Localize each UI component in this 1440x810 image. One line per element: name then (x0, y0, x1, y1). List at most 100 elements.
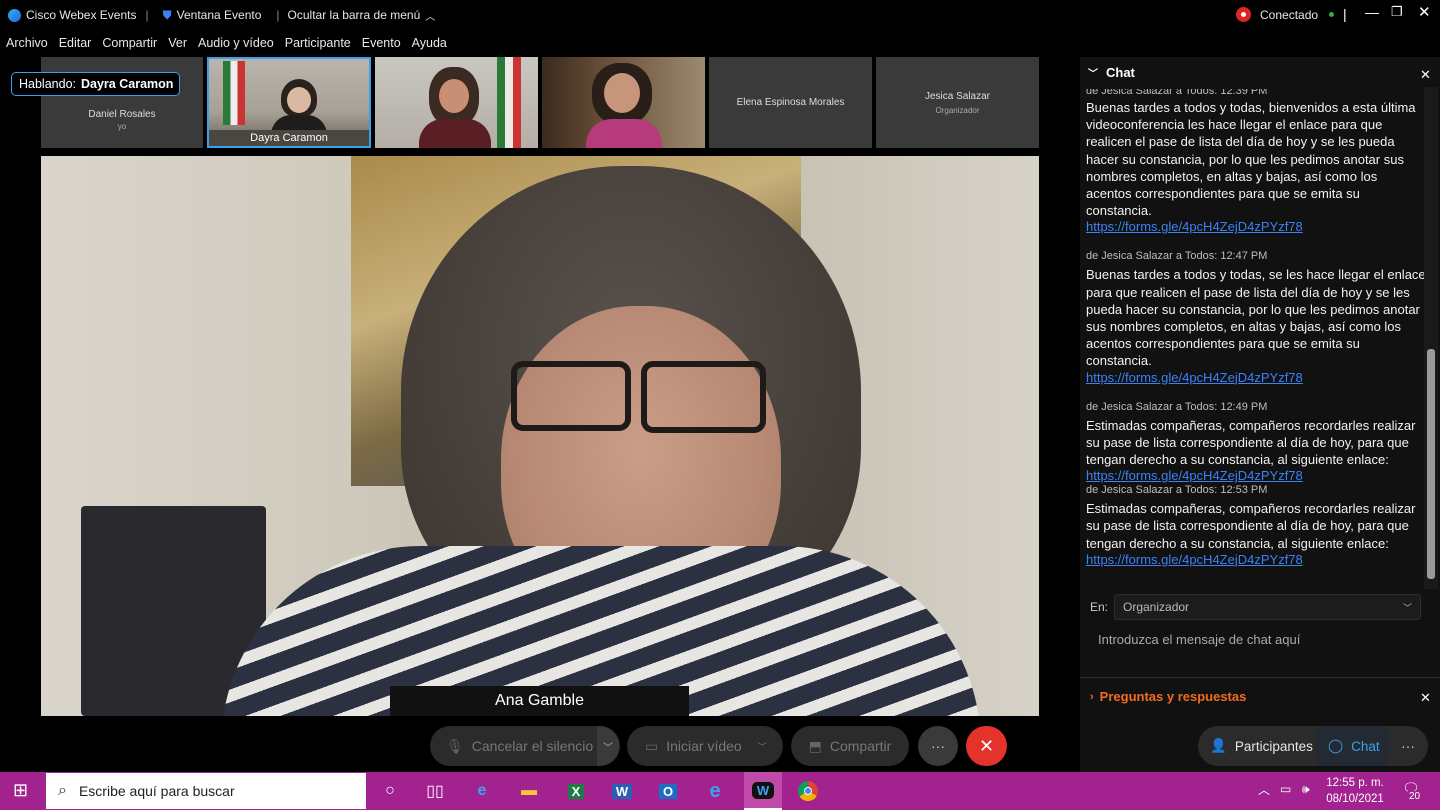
qa-header[interactable]: › Preguntas y respuestas (1090, 689, 1246, 704)
close-qa-icon[interactable]: ✕ (1420, 690, 1431, 706)
chevron-up-icon: ︿ (425, 11, 436, 23)
app-name: Cisco Webex Events (26, 8, 137, 22)
hide-menu-button[interactable]: Ocultar la barra de menú ︿ (288, 8, 436, 23)
shield-icon: ⛊ (162, 7, 172, 22)
chat-message: Buenas tardes a todos y todas, se les ha… (1086, 267, 1426, 369)
participant-role: Organizador (935, 105, 980, 115)
microphone-off-icon: 🎙 (446, 737, 464, 754)
record-icon (1236, 7, 1251, 22)
more-icon: ··· (1401, 738, 1415, 754)
chat-message-link[interactable]: https://forms.gle/4pcH4ZejD4zPYzf78 (1086, 552, 1426, 567)
chat-message-meta: de Jesica Salazar a Todos: 12:47 PM (1086, 250, 1268, 263)
windows-start-icon[interactable]: ⊞ (13, 780, 28, 801)
edge-icon[interactable]: e (467, 777, 497, 805)
close-icon: ✕ (978, 735, 995, 756)
chat-title: Chat (1106, 65, 1135, 80)
menu-evento[interactable]: Evento (362, 36, 401, 50)
taskbar-search[interactable]: ⌕ Escribe aquí para buscar (46, 773, 366, 809)
app-title: Cisco Webex Events | (8, 8, 149, 22)
scrollbar-thumb[interactable] (1427, 349, 1435, 579)
status-dot (1329, 12, 1335, 17)
menu-editar[interactable]: Editar (59, 36, 92, 50)
menu-bar: Archivo Editar Compartir Ver Audio y víd… (0, 30, 1080, 56)
system-clock[interactable]: 12:55 p. m. 08/10/2021 (1320, 775, 1390, 807)
more-icon: ··· (931, 738, 945, 754)
clock-date: 08/10/2021 (1326, 793, 1384, 805)
chevron-down-icon: ﹀ (757, 741, 767, 752)
window-title: ⛊ Ventana Evento | (162, 7, 280, 23)
participant-tile-daniel[interactable]: Daniel Rosales yo (41, 57, 203, 148)
menu-archivo[interactable]: Archivo (6, 36, 48, 50)
chat-label: Chat (1351, 738, 1380, 754)
participants-panel-button[interactable]: 👤 Participantes (1198, 738, 1316, 754)
search-placeholder: Escribe aquí para buscar (78, 783, 235, 799)
window-name: Ventana Evento (176, 8, 262, 22)
chevron-down-icon: ﹀ (1088, 69, 1098, 80)
speaking-name: Dayra Caramon (81, 77, 174, 91)
participant-tile-3[interactable] (375, 57, 538, 148)
panel-toggles: 👤 Participantes ◯ Chat ··· (1198, 726, 1428, 766)
person-icon: 👤 (1210, 738, 1227, 753)
clock-time: 12:55 p. m. (1326, 777, 1384, 789)
participant-name: Jesica Salazar (924, 90, 991, 102)
status-label: Conectado (1260, 7, 1319, 22)
mute-label: Cancelar el silencio (471, 738, 594, 754)
menu-audio-video[interactable]: Audio y vídeo (198, 36, 274, 50)
webex-taskbar-icon[interactable]: W (744, 772, 782, 810)
close-window-icon[interactable]: ✕ (1418, 3, 1431, 21)
chat-message-link[interactable]: https://forms.gle/4pcH4ZejD4zPYzf78 (1086, 219, 1426, 234)
participant-tile-jesica[interactable]: Jesica Salazar Organizador (876, 57, 1039, 148)
participants-label: Participantes (1234, 738, 1313, 754)
share-label: Compartir (829, 738, 892, 754)
cortana-icon[interactable]: ○ (375, 777, 405, 805)
speaker-name: Ana Gamble (495, 692, 584, 709)
internet-explorer-icon[interactable]: e (700, 777, 730, 805)
file-explorer-icon[interactable]: ▬ (514, 777, 544, 805)
chevron-down-icon: ﹀ (603, 742, 613, 754)
mute-button[interactable]: 🎙 Cancelar el silencio (430, 726, 620, 766)
chevron-down-icon: ﹀ (1402, 602, 1412, 613)
chrome-icon[interactable] (793, 777, 823, 805)
minimize-icon[interactable]: — (1365, 4, 1379, 20)
restore-icon[interactable]: ❐ (1391, 4, 1403, 20)
more-options-button[interactable]: ··· (918, 726, 958, 766)
chat-recipient-select[interactable]: Organizador ﹀ (1114, 594, 1421, 620)
audio-options-button[interactable]: ﹀ (597, 726, 619, 766)
participant-tile-4[interactable] (542, 57, 705, 148)
network-icon[interactable]: ▭ (1280, 782, 1291, 796)
volume-icon[interactable]: 🕪 (1302, 782, 1310, 797)
word-icon[interactable]: W (607, 777, 637, 805)
participant-tile-dayra[interactable]: Dayra Caramon (207, 57, 371, 148)
chat-message-link[interactable]: https://forms.gle/4pcH4ZejD4zPYzf78 (1086, 370, 1426, 385)
show-hidden-icons[interactable]: ︿ (1258, 781, 1270, 798)
participant-name: Dayra Caramon (250, 132, 328, 144)
leave-button[interactable]: ✕ (966, 726, 1007, 766)
chat-header[interactable]: ﹀ Chat (1088, 65, 1135, 80)
title-bar: Cisco Webex Events | ⛊ Ventana Evento | … (0, 0, 1440, 30)
chat-recipient-value: Organizador (1123, 600, 1190, 614)
menu-ayuda[interactable]: Ayuda (412, 36, 447, 50)
task-view-icon[interactable]: ▯▯ (420, 777, 450, 805)
more-panels-button[interactable]: ··· (1388, 738, 1428, 754)
menu-ver[interactable]: Ver (168, 36, 187, 50)
chat-message-link[interactable]: https://forms.gle/4pcH4ZejD4zPYzf78 (1086, 468, 1426, 483)
start-video-button[interactable]: ▭ Iniciar vídeo ﹀ (627, 726, 783, 766)
chat-scrollbar[interactable] (1424, 87, 1438, 589)
participant-name: Elena Espinosa Morales (736, 97, 845, 108)
participant-name: Daniel Rosales (88, 108, 156, 120)
excel-icon[interactable]: X (561, 777, 591, 805)
chat-input[interactable]: Introduzca el mensaje de chat aquí (1098, 632, 1418, 652)
chat-panel-button[interactable]: ◯ Chat (1316, 726, 1388, 766)
chat-message-meta: de Jesica Salazar a Todos: 12:49 PM (1086, 400, 1268, 413)
share-button[interactable]: ⬒ Compartir (791, 726, 909, 766)
menu-compartir[interactable]: Compartir (102, 36, 157, 50)
notification-count: 20 (1408, 791, 1422, 802)
menu-participante[interactable]: Participante (285, 36, 351, 50)
chat-to-label: En: (1090, 600, 1109, 614)
close-chat-icon[interactable]: ✕ (1420, 67, 1431, 83)
flag-decoration (497, 57, 521, 148)
outlook-icon[interactable]: O (653, 777, 683, 805)
participant-role: yo (117, 121, 127, 131)
main-video: Ana Gamble (41, 156, 1039, 716)
participant-tile-elena[interactable]: Elena Espinosa Morales (709, 57, 872, 148)
